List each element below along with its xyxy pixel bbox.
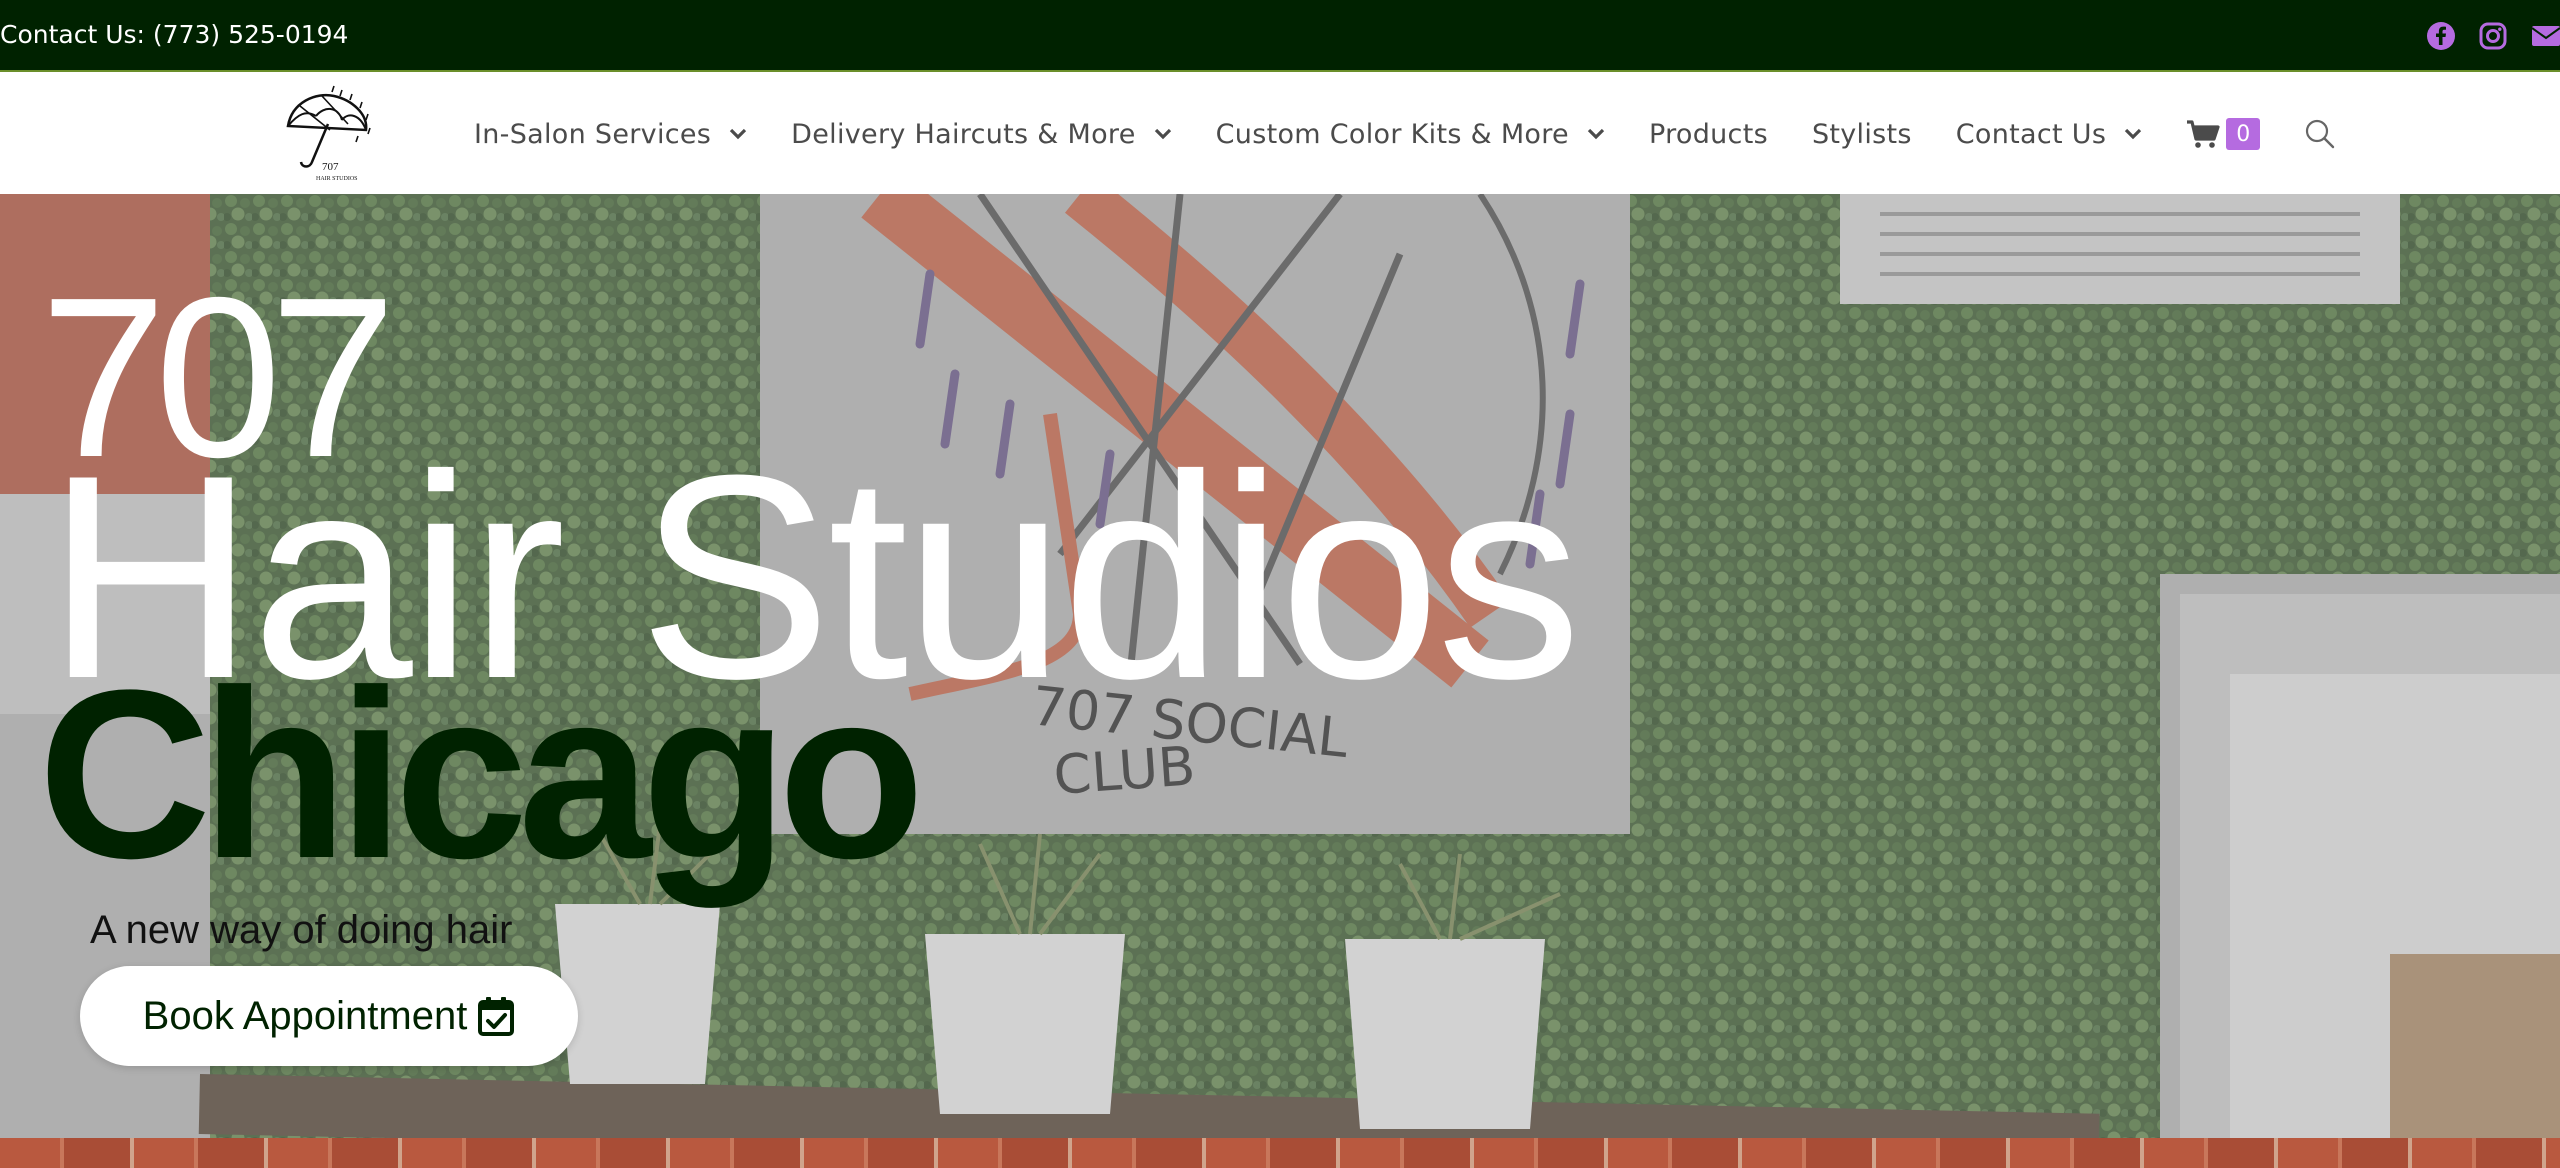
nav-item-label: Products bbox=[1648, 118, 1768, 150]
hero-tagline: A new way of doing hair bbox=[90, 908, 513, 952]
search-icon[interactable] bbox=[2304, 118, 2336, 150]
main-navbar: 707 HAIR STUDIOS In-Salon Services Deliv… bbox=[0, 74, 2560, 194]
shopping-cart-icon bbox=[2187, 120, 2220, 148]
nav-item-stylists[interactable]: Stylists bbox=[1812, 119, 1912, 150]
social-links bbox=[2426, 18, 2560, 54]
chevron-down-icon bbox=[2125, 128, 2142, 140]
nav-item-label: Contact Us bbox=[1955, 118, 2107, 150]
nav-item-label: In-Salon Services bbox=[474, 118, 712, 150]
nav-item-custom-color-kits[interactable]: Custom Color Kits & More bbox=[1216, 119, 1605, 150]
nav-item-label: Delivery Haircuts & More bbox=[791, 118, 1136, 150]
svg-text:HAIR STUDIOS: HAIR STUDIOS bbox=[316, 176, 358, 182]
primary-menu: In-Salon Services Delivery Haircuts & Mo… bbox=[474, 74, 2336, 194]
nav-item-delivery-haircuts[interactable]: Delivery Haircuts & More bbox=[791, 119, 1171, 150]
nav-item-in-salon-services[interactable]: In-Salon Services bbox=[474, 119, 747, 150]
calendar-check-icon bbox=[478, 997, 515, 1036]
top-contact-bar: Contact Us: (773) 525-0194 bbox=[0, 0, 2560, 72]
cart-count-badge: 0 bbox=[2226, 118, 2261, 150]
nav-item-contact-us[interactable]: Contact Us bbox=[1956, 119, 2142, 150]
nav-item-products[interactable]: Products bbox=[1649, 119, 1768, 150]
nav-item-label: Stylists bbox=[1811, 118, 1912, 150]
brick-wall-strip bbox=[0, 1138, 2560, 1168]
cart-button[interactable]: 0 bbox=[2186, 118, 2261, 150]
book-appointment-button[interactable]: Book Appointment bbox=[80, 966, 578, 1066]
facebook-icon[interactable] bbox=[2426, 21, 2456, 51]
hero-section: 707 SOCIAL CLUB 707 Hair Studios Chicago… bbox=[0, 194, 2560, 1168]
nav-item-label: Custom Color Kits & More bbox=[1215, 118, 1569, 150]
site-logo[interactable]: 707 HAIR STUDIOS bbox=[282, 84, 374, 184]
book-appointment-label: Book Appointment bbox=[142, 993, 468, 1038]
logo-text: 707 bbox=[322, 161, 339, 173]
instagram-icon[interactable] bbox=[2478, 21, 2508, 51]
hero-title-chicago: Chicago bbox=[38, 640, 925, 908]
chevron-down-icon bbox=[730, 128, 747, 140]
contact-phone-text[interactable]: Contact Us: (773) 525-0194 bbox=[0, 17, 348, 53]
chevron-down-icon bbox=[1587, 128, 1605, 140]
chevron-down-icon bbox=[1154, 128, 1171, 140]
email-icon[interactable] bbox=[2530, 21, 2560, 51]
